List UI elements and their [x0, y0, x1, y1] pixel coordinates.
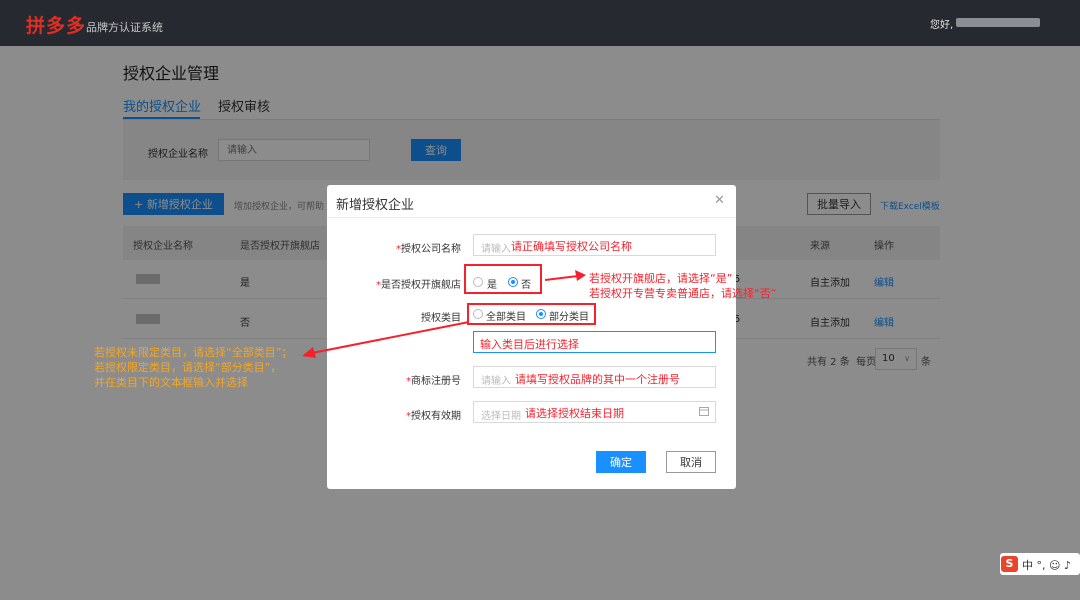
flagship-highlight-box: [464, 264, 542, 294]
category-annotation-line-3: 并在类目下的文本框输入并选择: [94, 376, 248, 389]
system-name: 品牌方认证系统: [86, 21, 163, 34]
trademark-placeholder: 请输入: [481, 376, 511, 387]
sogou-ime-logo[interactable]: S: [1001, 556, 1018, 572]
modal-header-divider: [327, 217, 736, 218]
category-highlight-box: [467, 303, 596, 325]
calendar-icon[interactable]: [699, 406, 709, 416]
user-greeting: 您好,: [930, 20, 954, 31]
trademark-hint: 请填写授权品牌的其中一个注册号: [515, 373, 680, 386]
flagship-annotation-line-2: 若授权开专营专卖普通店，请选择“否”: [589, 287, 777, 300]
ime-status-icons[interactable]: 中 °, ☺ ♪: [1022, 557, 1071, 573]
trademark-label: *商标注册号: [406, 376, 461, 387]
confirm-button[interactable]: 确定: [596, 451, 646, 473]
flagship-label: *是否授权开旗舰店: [376, 280, 461, 291]
cancel-button[interactable]: 取消: [666, 451, 716, 473]
company-name-placeholder: 请输入: [481, 244, 511, 255]
company-name-hint: 请正确填写授权公司名称: [511, 240, 632, 253]
user-name-redacted[interactable]: [956, 18, 1040, 27]
validity-hint: 请选择授权结束日期: [525, 407, 624, 420]
category-annotation-line-1: 若授权未限定类目，请选择“全部类目”；: [94, 346, 293, 359]
modal-title: 新增授权企业: [336, 198, 415, 213]
close-icon[interactable]: ✕: [714, 193, 725, 208]
validity-label: *授权有效期: [406, 411, 461, 422]
category-input-hint: 输入类目后进行选择: [480, 338, 579, 351]
category-annotation-line-2: 若授权限定类目，请选择“部分类目”，: [94, 361, 282, 374]
pinduoduo-logo: 拼多多: [26, 15, 87, 37]
category-label: 授权类目: [421, 313, 461, 324]
validity-placeholder: 选择日期: [481, 411, 521, 422]
flagship-annotation-line-1: 若授权开旗舰店，请选择“是”: [589, 272, 733, 285]
company-name-label: *授权公司名称: [396, 244, 461, 255]
